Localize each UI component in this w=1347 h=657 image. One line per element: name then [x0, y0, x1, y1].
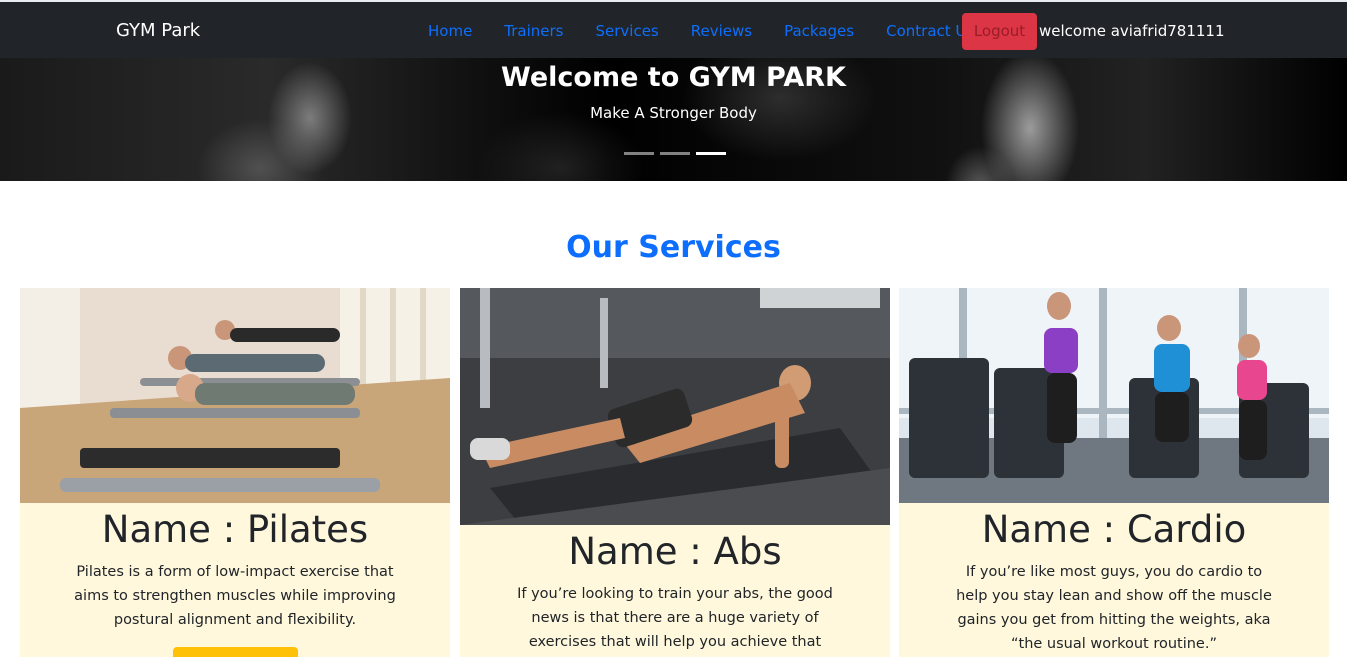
service-name: Name : Abs: [568, 530, 782, 573]
welcome-user-text: welcome aviafrid781111: [1039, 22, 1225, 40]
service-name: Name : Pilates: [101, 508, 369, 551]
nav-link-home[interactable]: Home: [412, 22, 488, 40]
carousel-indicator-1[interactable]: [624, 152, 654, 155]
carousel-indicator-3[interactable]: [696, 152, 726, 155]
service-card-cardio: Name : Cardio If you’re like most guys, …: [899, 288, 1329, 657]
logout-button[interactable]: Logout: [962, 13, 1037, 50]
service-card-abs: Name : Abs If you’re looking to train yo…: [460, 288, 890, 657]
service-description: If you’re like most guys, you do cardio …: [956, 564, 1272, 652]
nav-link-reviews[interactable]: Reviews: [675, 22, 768, 40]
service-details-button[interactable]: [173, 647, 298, 657]
top-navbar: GYM Park Home Trainers Services Reviews …: [0, 0, 1347, 58]
nav-link-services[interactable]: Services: [580, 22, 675, 40]
abs-image: [460, 288, 890, 525]
service-card-pilates: Name : Pilates Pilates is a form of low-…: [20, 288, 450, 657]
nav-link-trainers[interactable]: Trainers: [488, 22, 579, 40]
service-description: If you’re looking to train your abs, the…: [517, 586, 833, 650]
carousel-indicators: [624, 152, 726, 155]
nav-links: Home Trainers Services Reviews Packages …: [412, 22, 992, 40]
hero-carousel: Welcome to GYM PARK Make A Stronger Body: [0, 58, 1347, 181]
hero-title: Welcome to GYM PARK: [501, 62, 846, 93]
service-description: Pilates is a form of low-impact exercise…: [74, 564, 396, 628]
brand-logo[interactable]: GYM Park: [116, 20, 200, 41]
hero-subtitle: Make A Stronger Body: [590, 104, 757, 122]
nav-link-packages[interactable]: Packages: [768, 22, 870, 40]
cardio-image: [899, 288, 1329, 503]
carousel-indicator-2[interactable]: [660, 152, 690, 155]
pilates-image: [20, 288, 450, 503]
service-name: Name : Cardio: [981, 508, 1247, 551]
services-heading: Our Services: [566, 230, 781, 265]
